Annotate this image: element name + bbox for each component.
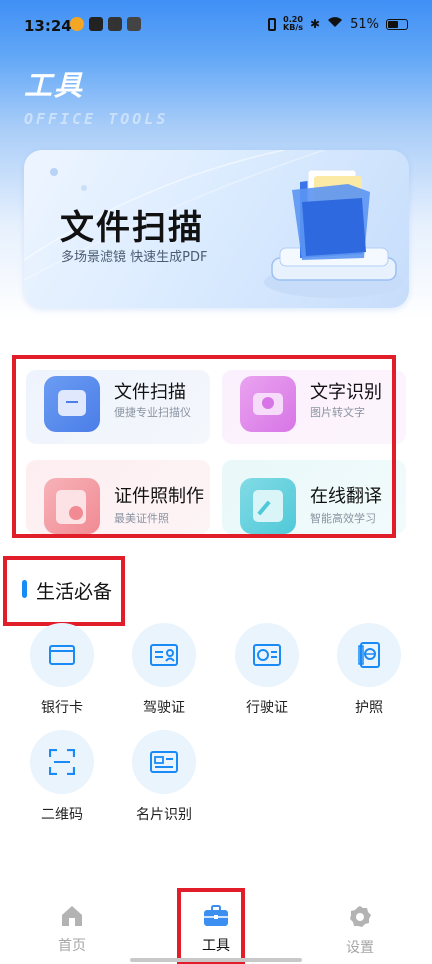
- page-subtitle: OFFICE TOOLS: [24, 110, 169, 128]
- folder-icon: [264, 169, 404, 298]
- bluetooth-icon: ✱: [310, 17, 321, 31]
- passport-icon: [337, 623, 401, 687]
- features-highlight-box: [12, 355, 396, 538]
- tool-business-card[interactable]: 名片识别: [126, 730, 202, 824]
- status-bar: 13:24 0.20 KB/s ✱ 51%: [0, 0, 432, 50]
- nav-settings[interactable]: 设置: [320, 905, 400, 957]
- tool-driver-license[interactable]: 驾驶证: [126, 623, 202, 717]
- nav-highlight-box: [177, 888, 245, 964]
- gear-icon: [350, 906, 371, 927]
- status-indicators: 0.20 KB/s ✱ 51%: [268, 16, 408, 32]
- tool-bank-card[interactable]: 银行卡: [24, 623, 100, 717]
- qr-scan-icon: [30, 730, 94, 794]
- section-highlight-box: [3, 556, 125, 626]
- vibrate-icon: [268, 17, 277, 31]
- network-speed: 0.20 KB/s: [283, 16, 303, 32]
- battery-percent: 51%: [350, 16, 379, 32]
- scan-banner[interactable]: 文件扫描 多场景滤镜 快速生成PDF: [24, 150, 409, 308]
- status-time: 13:24: [24, 17, 72, 35]
- business-card-icon: [132, 730, 196, 794]
- tool-qr-code[interactable]: 二维码: [24, 730, 100, 824]
- bank-card-icon: [30, 623, 94, 687]
- page-title: 工具: [24, 69, 85, 102]
- home-indicator: [130, 958, 302, 962]
- weibo-icon: [70, 17, 84, 31]
- tool-label: 名片识别: [136, 807, 192, 823]
- tool-passport[interactable]: 护照: [331, 623, 407, 717]
- nav-label: 设置: [346, 940, 374, 956]
- app-icon: [89, 17, 103, 31]
- tool-label: 银行卡: [41, 700, 83, 716]
- home-icon: [62, 906, 82, 926]
- wifi-icon: [327, 16, 343, 32]
- banner-title: 文件扫描: [60, 208, 204, 248]
- net-speed-unit: KB/s: [283, 23, 304, 32]
- notification-icons: [70, 17, 141, 31]
- banner-description: 多场景滤镜 快速生成PDF: [61, 250, 208, 265]
- tool-label: 驾驶证: [143, 700, 185, 716]
- tool-label: 行驶证: [246, 700, 288, 716]
- driver-license-icon: [132, 623, 196, 687]
- tool-vehicle-license[interactable]: 行驶证: [229, 623, 305, 717]
- tool-label: 护照: [355, 700, 383, 716]
- battery-icon: [386, 18, 408, 30]
- nav-label: 首页: [58, 938, 86, 954]
- vehicle-license-icon: [235, 623, 299, 687]
- app-icon: [108, 17, 122, 31]
- nav-home[interactable]: 首页: [32, 905, 112, 955]
- tool-label: 二维码: [41, 807, 83, 823]
- message-icon: [127, 17, 141, 31]
